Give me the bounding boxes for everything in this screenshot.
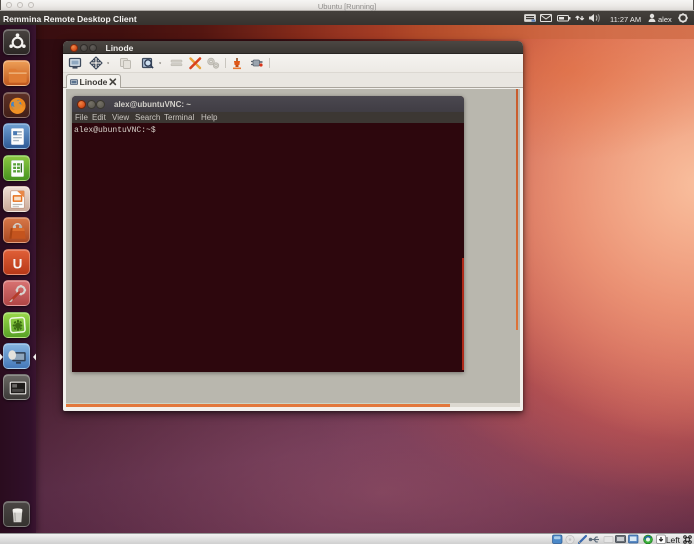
svg-text:U: U bbox=[13, 256, 23, 271]
